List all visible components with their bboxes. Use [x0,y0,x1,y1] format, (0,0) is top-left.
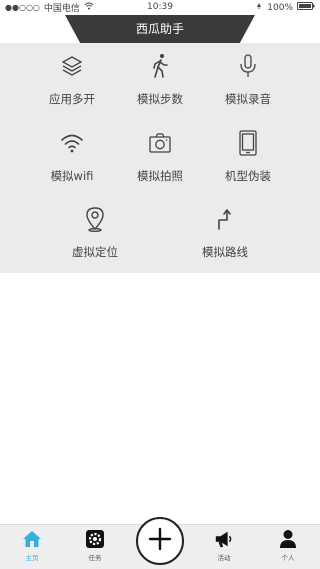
camera-icon [147,130,173,156]
plus-icon [147,526,173,556]
megaphone-icon [214,529,234,549]
feature-panel: 应用多开 模拟步数 模拟录音 模拟wifi 模拟拍照 机型伪装 虚拟定位 模拟路… [0,43,320,273]
nav-item-tasks[interactable]: 任务 [75,529,115,562]
grid-item-app-clone[interactable]: 应用多开 [27,53,117,107]
nav-item-label: 活动 [217,554,231,562]
grid-item-route[interactable]: 模拟路线 [180,206,270,260]
grid-item-recording[interactable]: 模拟录音 [203,53,293,107]
grid-item-label: 模拟wifi [50,169,94,183]
nav-item-home[interactable]: 主页 [12,529,52,562]
grid-item-label: 机型伪装 [225,169,271,183]
nav-item-label: 任务 [88,554,102,562]
grid-item-virtual-location[interactable]: 虚拟定位 [50,206,140,260]
grid-item-steps[interactable]: 模拟步数 [115,53,205,107]
grid-item-device-disguise[interactable]: 机型伪装 [203,130,293,184]
nav-item-label: 个人 [281,554,295,562]
layers-icon [59,53,85,79]
grid-item-camera[interactable]: 模拟拍照 [115,130,205,184]
grid-item-label: 模拟步数 [137,92,183,106]
person-icon [278,529,298,549]
nav-item-activity[interactable]: 活动 [204,529,244,562]
content-area [0,273,320,524]
route-arrow-icon [212,206,238,232]
grid-item-label: 模拟路线 [202,245,248,259]
grid-item-wifi[interactable]: 模拟wifi [27,130,117,184]
page-title: 西瓜助手 [135,22,184,36]
add-button[interactable] [136,517,184,565]
grid-item-label: 应用多开 [49,92,95,106]
status-time: 10:39 [147,2,173,12]
status-bar: ●●○○○ 中国电信 10:39 100% [0,0,320,15]
nav-item-profile[interactable]: 个人 [268,529,308,562]
nav-item-label: 主页 [25,554,39,562]
gear-icon [85,529,105,549]
grid-item-label: 模拟拍照 [137,169,183,183]
walking-icon [147,53,173,79]
location-pin-icon [82,206,108,232]
grid-item-label: 虚拟定位 [72,245,118,259]
microphone-icon [235,53,261,79]
phone-icon [235,130,261,156]
home-icon [22,529,42,549]
grid-item-label: 模拟录音 [225,92,271,106]
wifi-icon [59,130,85,156]
